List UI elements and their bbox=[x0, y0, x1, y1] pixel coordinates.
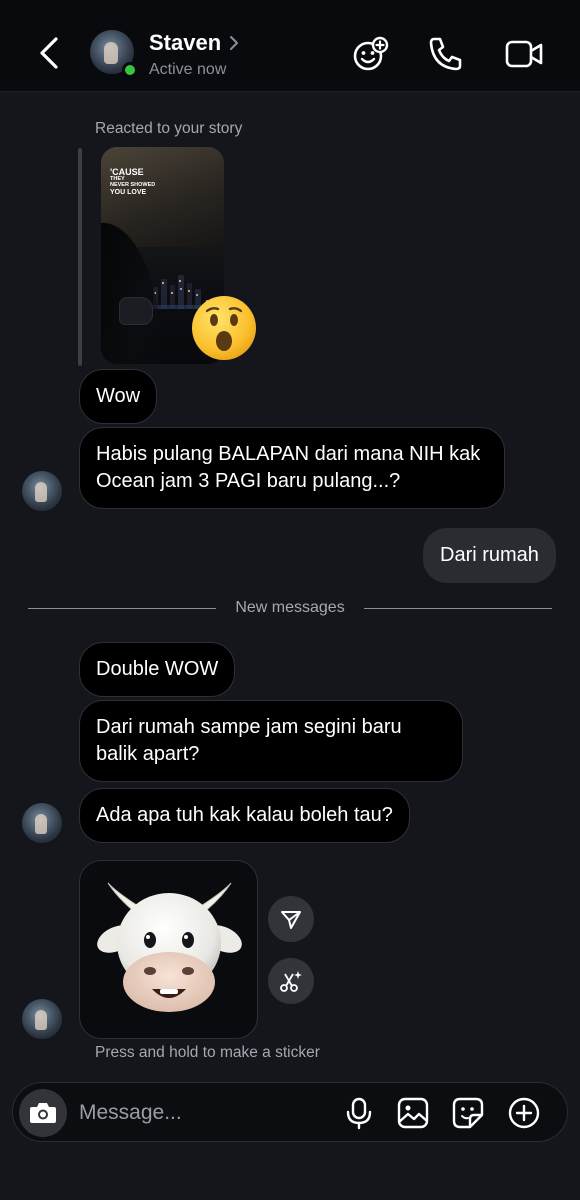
contact-info[interactable]: Staven Active now bbox=[149, 30, 239, 79]
sticker-hint: Press and hold to make a sticker bbox=[95, 1044, 320, 1061]
video-call-icon[interactable] bbox=[504, 34, 544, 74]
camera-button[interactable] bbox=[19, 1089, 67, 1137]
scissors-sparkle-icon bbox=[280, 971, 302, 992]
message-bubble-received[interactable]: Wow bbox=[79, 369, 158, 424]
send-paper-plane-icon bbox=[281, 911, 301, 929]
message-bubble-received[interactable]: Dari rumah sampe jam segini baru balik a… bbox=[79, 700, 463, 782]
cow-memoji-sticker-icon bbox=[97, 882, 242, 1012]
car-mirror bbox=[119, 297, 153, 325]
make-sticker-button[interactable] bbox=[268, 958, 314, 1004]
story-caption: 'CAUSE THEY NEVER SHOWED YOU LOVE bbox=[110, 167, 156, 196]
message-bubble-received[interactable]: Habis pulang BALAPAN dari mana NIH kak O… bbox=[79, 427, 505, 509]
add-plus-icon[interactable] bbox=[507, 1096, 541, 1130]
microphone-icon[interactable] bbox=[342, 1096, 376, 1130]
chevron-right-icon bbox=[230, 36, 239, 50]
divider-line bbox=[28, 608, 216, 609]
contact-avatar[interactable] bbox=[90, 30, 138, 78]
back-arrow-icon[interactable] bbox=[34, 33, 64, 73]
active-status: Active now bbox=[149, 61, 227, 78]
divider-line bbox=[364, 608, 552, 609]
new-messages-divider: New messages bbox=[235, 599, 345, 616]
online-status-dot bbox=[122, 62, 138, 78]
message-composer bbox=[12, 1082, 568, 1142]
sticker-icon[interactable] bbox=[451, 1096, 485, 1130]
gallery-image-icon[interactable] bbox=[396, 1096, 430, 1130]
camera-icon bbox=[30, 1103, 56, 1123]
chat-screen: Staven Active now Reacted to your story bbox=[0, 0, 580, 1200]
sticker-message[interactable] bbox=[79, 860, 258, 1039]
story-reply-label: Reacted to your story bbox=[95, 120, 243, 137]
message-bubble-sent[interactable]: Dari rumah bbox=[423, 528, 556, 583]
reply-indicator-bar bbox=[78, 148, 82, 366]
astonished-face-emoji-icon bbox=[192, 296, 256, 360]
contact-name: Staven bbox=[149, 30, 222, 55]
sender-avatar[interactable] bbox=[22, 803, 62, 843]
sender-avatar[interactable] bbox=[22, 471, 62, 511]
phone-call-icon[interactable] bbox=[425, 34, 465, 74]
chat-header: Staven Active now bbox=[0, 0, 580, 92]
message-bubble-received[interactable]: Ada apa tuh kak kalau boleh tau? bbox=[79, 788, 410, 843]
message-bubble-received[interactable]: Double WOW bbox=[79, 642, 236, 697]
sender-avatar[interactable] bbox=[22, 999, 62, 1039]
message-input[interactable] bbox=[79, 1095, 339, 1131]
add-effects-icon[interactable] bbox=[350, 34, 390, 74]
share-button[interactable] bbox=[268, 896, 314, 942]
